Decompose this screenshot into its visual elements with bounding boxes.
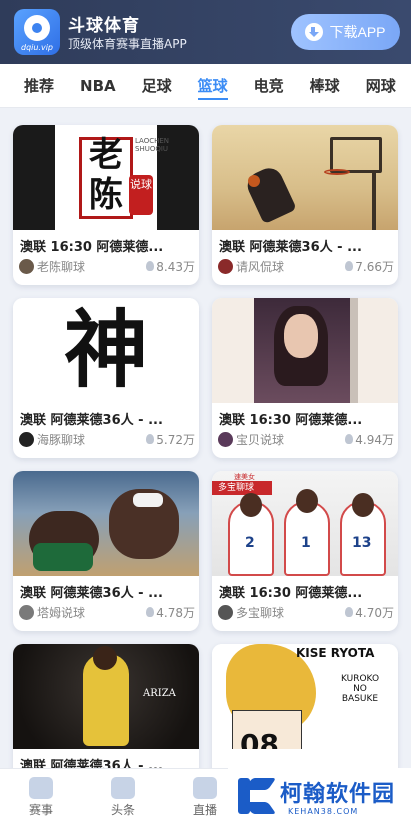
jersey-number: 13 xyxy=(352,535,372,551)
watermark: 柯翰软件园 KEHAN38.COM xyxy=(228,768,411,823)
thumbnail-subtitle: KUROKO NO BASUKE xyxy=(340,674,380,704)
video-title: 澳联 阿德莱德36人 - ... xyxy=(20,413,163,428)
trophy-icon xyxy=(29,777,53,799)
video-card[interactable]: 08 KISE RYOTA KUROKO NO BASUKE xyxy=(212,644,398,768)
thumbnail-number: 08 xyxy=(240,728,279,749)
video-title: 澳联 阿德莱德36人 - ... xyxy=(20,586,163,601)
video-meta: 老陈聊球 8.43万 xyxy=(19,257,195,275)
download-app-button[interactable]: 下载APP xyxy=(291,14,400,50)
video-meta: 请风侃球 7.66万 xyxy=(218,257,394,275)
jersey-number: 1 xyxy=(301,535,311,551)
heat-icon xyxy=(345,434,354,444)
avatar xyxy=(218,431,233,447)
video-card[interactable]: 速美女 多宝聊球 2 1 13 澳联 16:30 阿德莱德... 多宝聊球 4.… xyxy=(212,471,398,631)
nav-label: 头条 xyxy=(110,803,135,817)
author-name: 老陈聊球 xyxy=(37,259,86,274)
watermark-text: 柯翰软件园 xyxy=(280,782,396,807)
view-count: 5.72万 xyxy=(156,432,195,447)
video-thumbnail: 老陈 说球 LAOCHEN SHUOQIU xyxy=(13,125,199,230)
download-icon xyxy=(305,23,324,41)
heat-icon xyxy=(146,261,155,271)
video-card[interactable]: 澳联 16:30 阿德莱德... 宝贝说球 4.94万 xyxy=(212,298,398,458)
thumbnail-logo-text: 老陈 xyxy=(89,135,123,215)
avatar xyxy=(218,604,233,620)
jersey-number: 2 xyxy=(245,535,255,551)
heat-icon xyxy=(146,434,155,444)
heat-icon xyxy=(146,607,155,617)
watermark-logo-icon xyxy=(234,776,277,816)
video-meta: 塔姆说球 4.78万 xyxy=(19,603,195,621)
author-name: 请风侃球 xyxy=(236,259,285,274)
nav-label: 赛事 xyxy=(28,803,53,817)
view-count: 4.70万 xyxy=(355,605,394,620)
app-slogan: 顶级体育赛事直播APP xyxy=(68,37,187,51)
thumbnail-player-name: ARIZA xyxy=(143,688,176,699)
video-card[interactable]: 澳联 阿德莱德36人 - ... 塔姆说球 4.78万 xyxy=(13,471,199,631)
video-grid: 老陈 说球 LAOCHEN SHUOQIU 澳联 16:30 阿德莱德... 老… xyxy=(0,108,411,768)
video-thumbnail: 速美女 多宝聊球 2 1 13 xyxy=(212,471,398,576)
logo-domain: dqiu.vip xyxy=(20,43,54,52)
avatar xyxy=(218,258,233,274)
video-thumbnail: ARIZA xyxy=(13,644,199,749)
view-count: 8.43万 xyxy=(156,259,195,274)
avatar xyxy=(19,604,34,620)
download-label: 下载APP xyxy=(329,24,386,40)
news-icon xyxy=(111,777,135,799)
nav-item-live[interactable]: 直播 xyxy=(175,777,235,818)
view-count: 4.78万 xyxy=(156,605,195,620)
author-name: 多宝聊球 xyxy=(236,605,285,620)
video-title: 澳联 16:30 阿德莱德... xyxy=(219,413,363,428)
video-thumbnail: 08 KISE RYOTA KUROKO NO BASUKE xyxy=(212,644,398,749)
nav-item-news[interactable]: 头条 xyxy=(93,777,153,818)
author-name: 宝贝说球 xyxy=(236,432,285,447)
live-icon xyxy=(193,777,217,799)
video-card[interactable]: 老陈 说球 LAOCHEN SHUOQIU 澳联 16:30 阿德莱德... 老… xyxy=(13,125,199,285)
view-count: 4.94万 xyxy=(355,432,394,447)
thumbnail-tag: 多宝聊球 xyxy=(212,481,272,495)
video-card[interactable]: ARIZA 澳联 阿德莱德36人 - ... xyxy=(13,644,199,768)
thumbnail-seal: 说球 xyxy=(129,175,153,215)
nav-item-events[interactable]: 赛事 xyxy=(11,777,71,818)
tab-baseball[interactable]: 棒球 xyxy=(297,64,353,107)
video-card[interactable]: 神 澳联 阿德莱德36人 - ... 海豚聊球 5.72万 xyxy=(13,298,199,458)
app-logo: dqiu.vip xyxy=(14,9,60,55)
basketball-icon xyxy=(24,15,50,41)
app-download-banner: dqiu.vip 斗球体育 顶级体育赛事直播APP 下载APP xyxy=(0,0,411,64)
video-title: 澳联 阿德莱德36人 - ... xyxy=(219,240,362,255)
tab-nba[interactable]: NBA xyxy=(67,64,129,107)
heat-icon xyxy=(345,261,354,271)
video-title: 澳联 阿德莱德36人 - ... xyxy=(20,759,163,768)
app-name: 斗球体育 xyxy=(68,16,140,36)
thumbnail-calligraphy: 神 xyxy=(63,300,148,399)
tab-esports[interactable]: 电竞 xyxy=(241,64,297,107)
thumbnail-vertical-text: LAOCHEN SHUOQIU xyxy=(135,137,170,153)
tab-tennis[interactable]: 网球 xyxy=(353,64,409,107)
video-thumbnail: 神 xyxy=(13,298,199,403)
avatar xyxy=(19,258,34,274)
view-count: 7.66万 xyxy=(355,259,394,274)
avatar xyxy=(19,431,34,447)
nav-label: 直播 xyxy=(192,803,217,817)
tab-basketball[interactable]: 篮球 xyxy=(185,64,241,107)
video-meta: 宝贝说球 4.94万 xyxy=(218,430,394,448)
tab-recommend[interactable]: 推荐 xyxy=(0,64,67,107)
tab-football[interactable]: 足球 xyxy=(129,64,185,107)
video-card[interactable]: 澳联 阿德莱德36人 - ... 请风侃球 7.66万 xyxy=(212,125,398,285)
video-title: 澳联 16:30 阿德莱德... xyxy=(219,586,363,601)
video-meta: 海豚聊球 5.72万 xyxy=(19,430,195,448)
thumbnail-title: KISE RYOTA xyxy=(296,646,375,660)
heat-icon xyxy=(345,607,354,617)
author-name: 海豚聊球 xyxy=(37,432,86,447)
video-meta: 多宝聊球 4.70万 xyxy=(218,603,394,621)
watermark-url: KEHAN38.COM xyxy=(288,807,359,816)
video-title: 澳联 16:30 阿德莱德... xyxy=(20,240,164,255)
video-thumbnail xyxy=(13,471,199,576)
video-thumbnail xyxy=(212,125,398,230)
video-thumbnail xyxy=(212,298,398,403)
category-tabs: 推荐 NBA 足球 篮球 电竞 棒球 网球 其他 xyxy=(0,64,411,108)
author-name: 塔姆说球 xyxy=(37,605,86,620)
